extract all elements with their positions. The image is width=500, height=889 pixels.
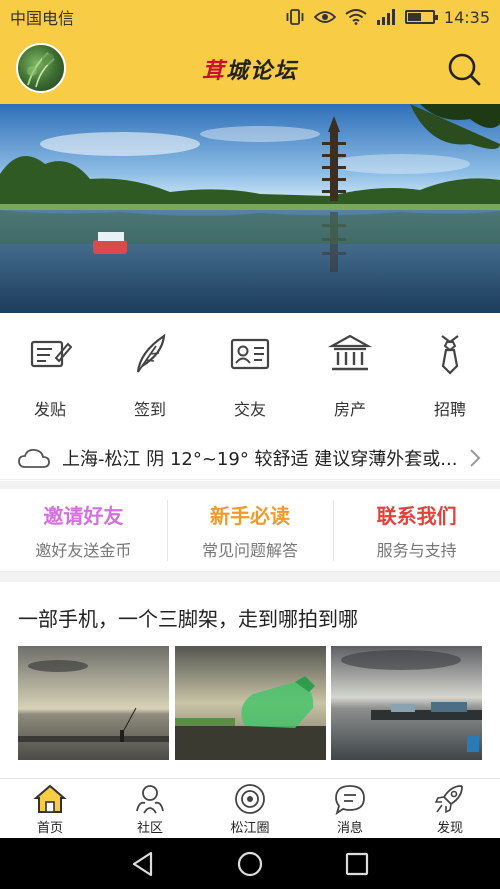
rocket-icon bbox=[434, 785, 463, 814]
card-subtitle: 常见问题解答 bbox=[202, 541, 299, 560]
back-icon[interactable] bbox=[129, 850, 157, 878]
quick-action-post[interactable]: 发贴 bbox=[0, 322, 100, 422]
clock-time: 14:35 bbox=[443, 7, 490, 27]
home-icon bbox=[33, 784, 67, 813]
system-nav-bar bbox=[0, 838, 500, 889]
tab-messages[interactable]: 消息 bbox=[300, 779, 400, 838]
tab-community[interactable]: 社区 bbox=[100, 779, 200, 838]
tab-home[interactable]: 首页 bbox=[0, 779, 100, 838]
search-icon bbox=[448, 53, 481, 86]
pagoda-lake-photo bbox=[0, 104, 500, 313]
card-subtitle: 服务与支持 bbox=[376, 541, 457, 560]
card-title: 邀请好友 bbox=[43, 504, 124, 528]
chevron-right-icon bbox=[470, 448, 481, 467]
quick-action-label: 招聘 bbox=[433, 400, 466, 419]
quill-icon bbox=[136, 333, 166, 373]
tab-label: 松江圈 bbox=[230, 821, 270, 836]
app-logo: 茸城论坛 bbox=[202, 53, 298, 85]
quick-action-jobs[interactable]: 招聘 bbox=[400, 322, 500, 422]
tab-discover[interactable]: 发现 bbox=[400, 779, 500, 838]
tab-label: 社区 bbox=[136, 821, 163, 836]
carrier-label: 中国电信 bbox=[10, 9, 75, 28]
contact-us-card[interactable]: 联系我们 服务与支持 bbox=[333, 490, 500, 571]
quick-action-label: 发贴 bbox=[33, 400, 66, 419]
tie-icon bbox=[441, 335, 459, 375]
harbor-boats-photo bbox=[331, 646, 482, 760]
glass-bottle-photo bbox=[174, 646, 326, 760]
section-divider bbox=[0, 481, 500, 489]
tab-label: 发现 bbox=[436, 821, 463, 836]
post-thumbnail[interactable] bbox=[174, 646, 326, 760]
community-icon bbox=[136, 785, 164, 814]
card-subtitle: 邀好友送金币 bbox=[35, 541, 132, 560]
post-icon bbox=[30, 340, 72, 368]
wifi-icon bbox=[345, 9, 367, 25]
logo-text: 城论坛 bbox=[226, 58, 299, 84]
weather-text: 上海-松江 阴 12°~19° 较舒适 建议穿薄外套或... bbox=[62, 448, 458, 470]
section-divider bbox=[0, 572, 500, 582]
message-icon bbox=[335, 785, 365, 815]
circle-icon bbox=[235, 784, 265, 814]
avatar[interactable] bbox=[16, 43, 66, 93]
app-header: 茸城论坛 bbox=[0, 34, 500, 104]
weather-bar[interactable]: 上海-松江 阴 12°~19° 较舒适 建议穿薄外套或... bbox=[0, 436, 500, 480]
quick-actions: 发贴 签到 交友 房产 招聘 bbox=[0, 322, 500, 422]
bank-icon bbox=[328, 334, 372, 371]
banner-carousel[interactable] bbox=[0, 104, 500, 313]
post-thumbnail[interactable] bbox=[18, 646, 169, 760]
vibrate-icon bbox=[285, 8, 305, 26]
cloud-icon bbox=[18, 448, 50, 468]
post-thumbnails[interactable] bbox=[18, 646, 482, 760]
tab-label: 首页 bbox=[36, 821, 63, 836]
battery-icon bbox=[404, 10, 438, 24]
feature-cards: 邀请好友 邀好友送金币 新手必读 常见问题解答 联系我们 服务与支持 bbox=[0, 490, 500, 572]
post-title[interactable]: 一部手机，一个三脚架，走到哪拍到哪 bbox=[18, 603, 358, 632]
card-title: 联系我们 bbox=[376, 504, 457, 528]
quick-action-realestate[interactable]: 房产 bbox=[300, 322, 400, 422]
eye-icon bbox=[313, 9, 336, 25]
post-thumbnail[interactable] bbox=[331, 646, 482, 760]
logo-first-char: 茸 bbox=[201, 58, 226, 84]
status-bar: 中国电信 14:35 bbox=[0, 0, 500, 34]
home-nav-icon[interactable] bbox=[236, 850, 264, 878]
search-button[interactable] bbox=[446, 51, 482, 87]
tab-label: 消息 bbox=[336, 821, 363, 836]
status-icons: 14:35 bbox=[285, 8, 490, 27]
quick-action-checkin[interactable]: 签到 bbox=[100, 322, 200, 422]
invite-friends-card[interactable]: 邀请好友 邀好友送金币 bbox=[0, 490, 167, 571]
newbie-guide-card[interactable]: 新手必读 常见问题解答 bbox=[166, 490, 334, 571]
quick-action-label: 签到 bbox=[133, 400, 166, 419]
card-title: 新手必读 bbox=[210, 504, 290, 528]
sunset-lake-photo bbox=[18, 646, 169, 760]
recents-icon[interactable] bbox=[343, 850, 371, 878]
tab-songjiang-circle[interactable]: 松江圈 bbox=[200, 779, 300, 838]
quick-action-friends[interactable]: 交友 bbox=[200, 322, 300, 422]
bottom-tab-bar: 首页 社区 松江圈 消息 发现 bbox=[0, 778, 500, 838]
quick-action-label: 交友 bbox=[233, 400, 266, 419]
id-card-icon bbox=[230, 338, 270, 370]
signal-icon bbox=[376, 8, 396, 26]
quick-action-label: 房产 bbox=[333, 400, 366, 419]
